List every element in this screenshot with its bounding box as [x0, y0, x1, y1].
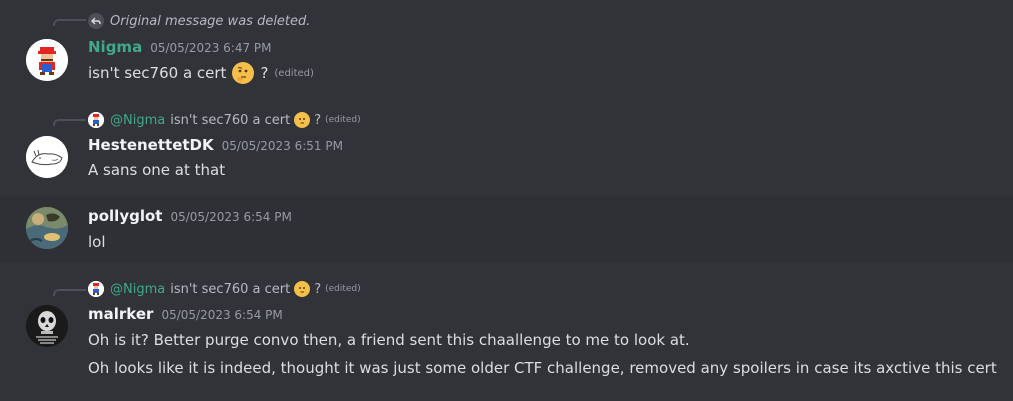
reply-text: isn't sec760 a cert — [170, 281, 291, 297]
reply-mention[interactable]: @Nigma — [110, 282, 165, 297]
username[interactable]: Nigma — [88, 38, 142, 56]
thinking-face-emoji[interactable] — [232, 62, 255, 84]
timestamp[interactable]: 05/05/2023 6:54 PM — [161, 308, 282, 322]
reply-text: isn't sec760 a cert — [170, 112, 291, 128]
message-text: Oh looks like it is indeed, thought it w… — [88, 359, 997, 377]
reply-edited-label: (edited) — [325, 115, 361, 125]
reply-spine — [53, 119, 86, 126]
reply-preview[interactable]: @Nigma isn't sec760 a cert ? (edited) — [88, 111, 361, 129]
avatar[interactable] — [26, 207, 68, 249]
message-content: isn't sec760 a cert ? (edited) — [88, 61, 314, 85]
reply-mention[interactable]: @Nigma — [110, 113, 165, 128]
reply-preview-deleted[interactable]: Original message was deleted. — [88, 12, 310, 30]
message-text: A sans one at that — [88, 161, 226, 179]
username[interactable]: pollyglot — [88, 207, 162, 225]
reply-spine — [53, 19, 86, 26]
thinking-face-emoji — [294, 281, 311, 297]
message-suffix: ? — [260, 64, 269, 82]
message-content: A sans one at that — [88, 159, 225, 181]
message-text: lol — [88, 233, 106, 251]
message-hestenettetdk[interactable]: @Nigma isn't sec760 a cert ? (edited) He… — [0, 100, 1013, 196]
username[interactable]: malrker — [88, 305, 153, 323]
edited-label: (edited) — [274, 67, 314, 79]
mini-avatar — [88, 281, 104, 297]
message-line-1: Oh is it? Better purge convo then, a fri… — [88, 329, 690, 351]
mario-avatar-icon — [26, 39, 68, 81]
message-header: HestenettetDK 05/05/2023 6:51 PM — [88, 136, 343, 156]
message-malrker[interactable]: @Nigma isn't sec760 a cert ? (edited) ma… — [0, 262, 1013, 401]
reply-arrow-icon — [88, 13, 104, 29]
skull-avatar-icon — [26, 305, 68, 347]
avatar[interactable] — [26, 136, 68, 178]
message-header: malrker 05/05/2023 6:54 PM — [88, 305, 283, 325]
thinking-face-emoji — [294, 112, 311, 128]
reply-spine — [53, 289, 86, 296]
reply-suffix: ? — [314, 281, 322, 297]
reply-edited-label: (edited) — [325, 284, 361, 294]
reply-suffix: ? — [314, 112, 322, 128]
message-header: pollyglot 05/05/2023 6:54 PM — [88, 207, 292, 227]
username[interactable]: HestenettetDK — [88, 136, 214, 154]
timestamp[interactable]: 05/05/2023 6:51 PM — [222, 139, 343, 153]
message-content: lol — [88, 231, 106, 253]
painting-avatar-icon — [26, 207, 68, 249]
message-pollyglot[interactable]: pollyglot 05/05/2023 6:54 PM lol — [0, 196, 1013, 262]
horse-sketch-avatar-icon — [26, 136, 68, 178]
message-text: isn't sec760 a cert — [88, 64, 227, 82]
message-text: Oh is it? Better purge convo then, a fri… — [88, 331, 690, 349]
timestamp[interactable]: 05/05/2023 6:54 PM — [170, 210, 291, 224]
avatar[interactable] — [26, 39, 68, 81]
mini-avatar — [88, 112, 104, 128]
avatar[interactable] — [26, 305, 68, 347]
message-line-2: Oh looks like it is indeed, thought it w… — [88, 357, 997, 379]
timestamp[interactable]: 05/05/2023 6:47 PM — [150, 41, 271, 55]
reply-deleted-notice: Original message was deleted. — [110, 13, 311, 29]
reply-preview[interactable]: @Nigma isn't sec760 a cert ? (edited) — [88, 280, 361, 298]
message-nigma[interactable]: Original message was deleted. Nigma 05/0… — [0, 0, 1013, 100]
message-header: Nigma 05/05/2023 6:47 PM — [88, 38, 272, 58]
